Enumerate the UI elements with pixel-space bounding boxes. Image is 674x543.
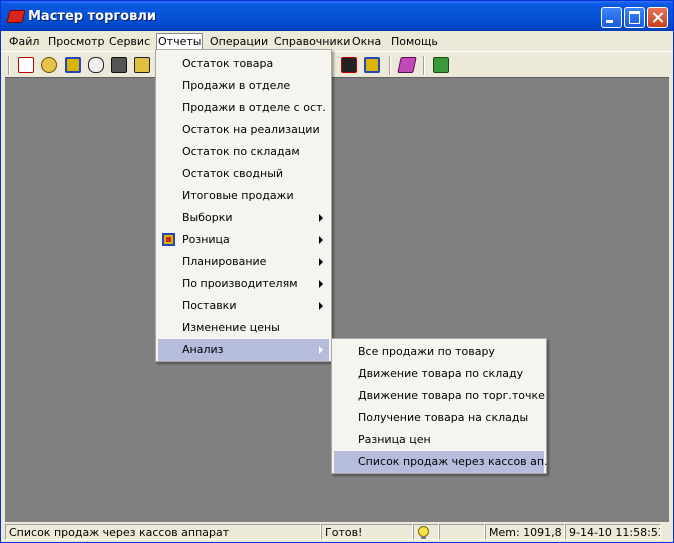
toolbar-separator <box>8 56 10 75</box>
menu-file[interactable]: Файл <box>7 34 41 50</box>
status-datetime: 9-14-10 11:58:53 <box>565 524 661 540</box>
menu-item-consignment-stock[interactable]: Остаток на реализации <box>158 119 329 141</box>
minimize-button[interactable] <box>601 7 622 28</box>
analysis-submenu: Все продажи по товару Движение товара по… <box>331 338 548 474</box>
submenu-arrow-icon <box>319 280 323 288</box>
status-state: Готов! <box>321 524 413 540</box>
menu-bar: Файл Просмотр Сервис Отчеты Операции Спр… <box>1 31 673 51</box>
submenu-arrow-icon <box>319 258 323 266</box>
menu-service[interactable]: Сервис <box>107 34 152 50</box>
menu-item-planning[interactable]: Планирование <box>158 251 329 273</box>
submenu-arrow-icon <box>319 214 323 222</box>
register-icon[interactable] <box>65 57 81 73</box>
menu-item-by-manufacturer[interactable]: По производителям <box>158 273 329 295</box>
menu-operations[interactable]: Операции <box>208 34 270 50</box>
menu-item-stock[interactable]: Остаток товара <box>158 53 329 75</box>
menu-item-price-change[interactable]: Изменение цены <box>158 317 329 339</box>
menu-item-dept-sales-stock[interactable]: Продажи в отделе с ост. <box>158 97 329 119</box>
menu-item-total-sales[interactable]: Итоговые продажи <box>158 185 329 207</box>
submenu-item-all-sales[interactable]: Все продажи по товару <box>334 341 544 363</box>
status-hint: Список продаж через кассов аппарат <box>5 524 321 540</box>
exit-door-icon[interactable] <box>433 57 449 73</box>
register-small-icon[interactable] <box>364 57 380 73</box>
reports-dropdown-menu: Остаток товара Продажи в отделе Продажи … <box>155 49 332 362</box>
toolbar-separator <box>389 56 391 75</box>
submenu-item-cash-register-sales[interactable]: Список продаж через кассов ап. <box>334 451 548 473</box>
menu-help[interactable]: Помощь <box>389 34 440 50</box>
toolbar <box>1 51 673 78</box>
submenu-item-warehouse-movement[interactable]: Движение товара по складу <box>334 363 544 385</box>
toolbar-separator <box>423 56 425 75</box>
submenu-arrow-icon <box>319 236 323 244</box>
menu-item-dept-sales[interactable]: Продажи в отделе <box>158 75 329 97</box>
shelf-icon[interactable] <box>134 57 150 73</box>
menu-view[interactable]: Просмотр <box>46 34 106 50</box>
report-grid-icon[interactable] <box>18 57 34 73</box>
submenu-item-outlet-movement[interactable]: Движение товара по торг.точке <box>334 385 545 407</box>
cash-register-icon <box>162 233 175 246</box>
menu-item-deliveries[interactable]: Поставки <box>158 295 329 317</box>
menu-item-warehouse-stock[interactable]: Остаток по складам <box>158 141 329 163</box>
menu-item-retail[interactable]: Розница <box>158 229 329 251</box>
lightbulb-icon <box>418 526 429 539</box>
menu-item-summary-stock[interactable]: Остаток сводный <box>158 163 329 185</box>
title-bar[interactable]: Мастер торговли <box>1 1 673 31</box>
window-title: Мастер торговли <box>28 9 156 24</box>
book-icon[interactable] <box>397 57 417 73</box>
stamp-icon[interactable] <box>341 57 357 73</box>
maximize-button[interactable] <box>624 7 645 28</box>
menu-windows[interactable]: Окна <box>350 34 383 50</box>
status-indicator <box>413 524 439 540</box>
submenu-arrow-icon <box>319 346 323 354</box>
submenu-item-price-difference[interactable]: Разница цен <box>334 429 544 451</box>
menu-item-selections[interactable]: Выборки <box>158 207 329 229</box>
menu-references[interactable]: Справочники <box>272 34 352 50</box>
submenu-item-goods-receipt[interactable]: Получение товара на склады <box>334 407 544 429</box>
status-memory: Mem: 1091,8 МБ <box>485 524 565 540</box>
menu-item-analysis[interactable]: Анализ <box>158 339 329 361</box>
close-button[interactable] <box>647 7 668 28</box>
main-window: Мастер торговли Файл Просмотр Сервис Отч… <box>0 0 674 543</box>
status-empty-panel <box>439 524 485 540</box>
status-bar: Список продаж через кассов аппарат Готов… <box>1 522 673 542</box>
building-icon[interactable] <box>111 57 127 73</box>
app-logo-icon[interactable] <box>6 10 26 23</box>
submenu-arrow-icon <box>319 302 323 310</box>
people-icon[interactable] <box>41 57 57 73</box>
user-icon[interactable] <box>88 57 104 73</box>
